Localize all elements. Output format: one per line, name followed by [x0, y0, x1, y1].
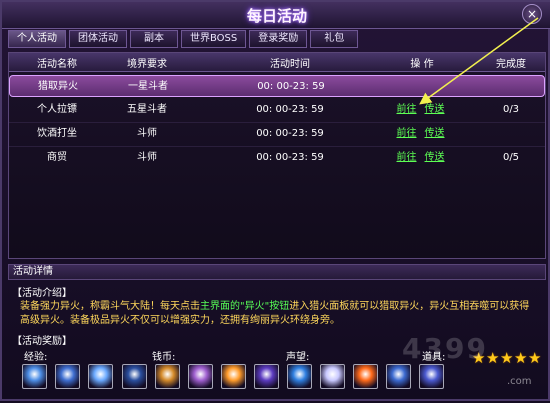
tab-dungeon[interactable]: 副本: [130, 30, 178, 48]
money-orb-4-icon[interactable]: [254, 364, 279, 389]
table-header: 活动名称 境界要求 活动时间 操 作 完成度: [9, 53, 545, 72]
money-orb-3-icon[interactable]: [221, 364, 246, 389]
level-requirement: 五星斗者: [127, 104, 167, 115]
level-requirement: 斗师: [137, 152, 157, 163]
fame-orb-3-icon[interactable]: [353, 364, 378, 389]
tab-team[interactable]: 团体活动: [69, 30, 127, 48]
exp-orb-3-icon[interactable]: [88, 364, 113, 389]
watermark: 4399: [402, 332, 488, 365]
teleport-link[interactable]: 传送: [425, 104, 445, 115]
activity-time: 00: 00-23: 59: [256, 104, 324, 115]
activity-time: 00: 00-23: 59: [257, 81, 325, 92]
col-level-req: 境界要求: [127, 59, 167, 70]
close-icon[interactable]: ×: [522, 4, 542, 24]
activity-time: 00: 00-23: 59: [256, 152, 324, 163]
exp-orb-4-icon[interactable]: [122, 364, 147, 389]
activity-name: 个人拉镖: [37, 104, 77, 115]
table-row[interactable]: 个人拉镖 五星斗者 00: 00-23: 59 前往 传送 0/3: [9, 99, 545, 121]
exp-orb-2-icon[interactable]: [55, 364, 80, 389]
col-progress: 完成度: [496, 59, 526, 70]
col-time: 活动时间: [270, 59, 310, 70]
watermark-domain: .com: [507, 376, 532, 387]
exp-orb-1-icon[interactable]: [22, 364, 47, 389]
reward-money-label: 钱币:: [152, 352, 176, 363]
intro-prefix: 装备强力异火，称霸斗气大陆！每天点击: [20, 301, 200, 312]
title-bar[interactable]: 每日活动 ×: [2, 2, 550, 29]
intro-title: 【活动介绍】: [12, 288, 72, 299]
operation-links: 前往 传送: [387, 99, 462, 121]
tab-personal[interactable]: 个人活动: [8, 30, 66, 48]
activity-name: 商贸: [47, 152, 67, 163]
details-header: 活动详情: [8, 264, 546, 280]
goto-link[interactable]: 前往: [397, 104, 417, 115]
col-activity-name: 活动名称: [37, 59, 77, 70]
level-requirement: 斗师: [137, 128, 157, 139]
table-row[interactable]: 商贸 斗师 00: 00-23: 59 前往 传送 0/5: [9, 147, 545, 169]
money-orb-2-icon[interactable]: [188, 364, 213, 389]
col-operation: 操 作: [410, 59, 434, 70]
tab-login-reward[interactable]: 登录奖励: [249, 30, 308, 48]
intro-text: 装备强力异火，称霸斗气大陆！每天点击主界面的"异火"按钮进入猎火面板就可以猎取异…: [20, 300, 538, 328]
intro-highlight: 主界面的"异火"按钮: [200, 301, 290, 312]
progress: 0/3: [502, 104, 520, 115]
fame-orb-2-icon[interactable]: [320, 364, 345, 389]
level-requirement: 一星斗者: [128, 81, 168, 92]
tab-world-boss[interactable]: 世界BOSS: [181, 30, 247, 48]
progress: 0/5: [502, 152, 520, 163]
table-row[interactable]: 饮酒打坐 斗师 00: 00-23: 59 前往 传送: [9, 123, 545, 145]
reward-icons: [22, 364, 444, 394]
reward-title: 【活动奖励】: [12, 336, 72, 347]
reward-exp-label: 经验:: [24, 352, 48, 363]
operation-links: 前往 传送: [387, 147, 462, 169]
goto-link[interactable]: 前往: [397, 128, 417, 139]
teleport-link[interactable]: 传送: [425, 128, 445, 139]
activity-table: 活动名称 境界要求 活动时间 操 作 完成度 猎取异火 一星斗者 00: 00-…: [8, 52, 546, 259]
activity-name: 饮酒打坐: [37, 128, 77, 139]
daily-activity-window: 每日活动 × 个人活动 团体活动 副本 世界BOSS 登录奖励 礼包 活动名称 …: [0, 0, 550, 401]
window-title: 每日活动: [246, 7, 307, 25]
activity-name: 猎取异火: [38, 81, 78, 92]
activity-time: 00: 00-23: 59: [256, 128, 324, 139]
tab-bar: 个人活动 团体活动 副本 世界BOSS 登录奖励 礼包: [8, 30, 359, 48]
fame-orb-1-icon[interactable]: [287, 364, 312, 389]
tab-gift-pack[interactable]: 礼包: [310, 30, 359, 48]
goto-link[interactable]: 前往: [397, 152, 417, 163]
operation-links: 前往 传送: [387, 123, 462, 145]
teleport-link[interactable]: 传送: [425, 152, 445, 163]
reward-fame-label: 声望:: [286, 352, 310, 363]
table-row[interactable]: 猎取异火 一星斗者 00: 00-23: 59: [9, 75, 545, 97]
money-orb-1-icon[interactable]: [155, 364, 180, 389]
